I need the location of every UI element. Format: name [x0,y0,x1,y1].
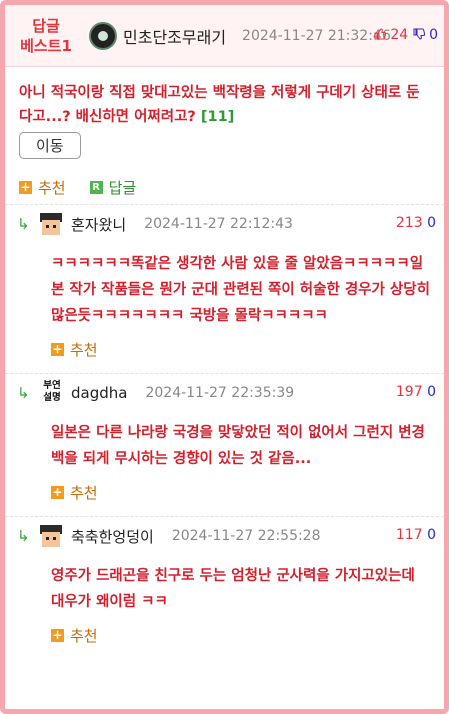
downvote-count: 0 [427,215,436,231]
upvote-count: 213 [395,215,423,231]
list-item: ↳ 부연 설명 dagdha 2024-11-27 22:35:39 197 0… [5,373,444,512]
badge-line-2: 베스트1 [20,36,72,55]
post-header: 답글 베스트1 민초단조무래기 2024-11-27 21:32:46 24 0 [5,5,444,67]
reply-date: 2024-11-27 22:12:43 [144,216,293,232]
reply-arrow-icon: ↳ [17,215,30,233]
badge-line-1: 답글 [32,16,60,35]
recommend-button[interactable]: + 추천 [51,482,98,503]
reply-icon: R [89,180,103,194]
downvote-count: 0 [427,527,436,543]
reply-button[interactable]: R 답글 [89,177,137,198]
avatar[interactable] [89,21,117,50]
recommend-label: 추천 [70,483,98,502]
reply-actions: + 추천 [5,615,444,655]
plus-icon: + [51,484,64,499]
vote-counts: 24 0 [374,27,438,43]
reply-date: 2024-11-27 22:35:39 [145,385,295,401]
reply-votes: 197 0 [396,384,436,400]
post-actions: + 추천 R 답글 [5,159,444,201]
downvote-count: 0 [429,27,438,43]
pixel-face-icon[interactable] [39,212,63,236]
avatar-text-2: 설명 [43,392,61,403]
author-name[interactable]: 민초단조무래기 [123,24,226,48]
reply-arrow-icon: ↳ [17,384,30,402]
reply-author[interactable]: dagdha [71,384,127,402]
reply-votes: 117 0 [396,527,436,543]
upvote-count: 24 [390,27,409,43]
reply-header: ↳ 축축한엉덩이 2024-11-27 22:55:28 117 0 [5,517,444,555]
reply-header: ↳ 혼자왔니 2024-11-27 22:12:43 213 0 [5,205,444,243]
list-item: ↳ 혼자왔니 2024-11-27 22:12:43 213 0 ㅋㅋㅋㅋㅋㅋ똑… [5,204,444,369]
reply-actions: + 추천 [5,329,444,369]
reply-count: [11] [200,109,235,125]
reply-label: 답글 [108,178,137,197]
reply-author[interactable]: 축축한엉덩이 [71,526,154,547]
best-badge: 답글 베스트1 [5,16,87,56]
pixel-face-icon[interactable] [39,524,63,548]
reply-date: 2024-11-27 22:55:28 [171,528,321,544]
thumbs-up-icon[interactable] [374,28,386,40]
move-button[interactable]: 이동 [19,132,81,159]
best-reply-card: 답글 베스트1 민초단조무래기 2024-11-27 21:32:46 24 0… [0,0,449,714]
post-body: 아니 적국이랑 직접 맞대고있는 백작령을 저렇게 구데기 상태로 둔다고...… [5,67,444,159]
list-item: ↳ 축축한엉덩이 2024-11-27 22:55:28 117 0 영주가 드… [5,516,444,655]
recommend-label: 추천 [38,178,66,197]
reply-arrow-icon: ↳ [17,527,30,545]
recommend-label: 추천 [70,626,98,645]
post-date: 2024-11-27 21:32:46 [242,27,391,44]
plus-icon: + [51,341,64,356]
reply-text: 일본은 다른 나라랑 국경을 맞닿았던 적이 없어서 그런지 변경백을 되게 무… [51,425,425,467]
downvote-count: 0 [427,384,436,400]
avatar-text-1: 부연 [43,380,61,391]
recommend-button[interactable]: + 추천 [51,625,98,646]
plus-icon: + [51,627,64,642]
reply-text: ㅋㅋㅋㅋㅋㅋ똑같은 생각한 사람 있을 줄 알았음ㅋㅋㅋㅋㅋ일본 작가 작품들은… [51,256,430,324]
post-text: 아니 적국이랑 직접 맞대고있는 백작령을 저렇게 구데기 상태로 둔다고...… [19,81,430,129]
reply-actions: + 추천 [5,472,444,512]
thumbs-down-icon[interactable] [413,28,425,40]
upvote-count: 197 [395,384,423,400]
reply-votes: 213 0 [396,215,436,231]
recommend-button[interactable]: + 추천 [51,339,98,360]
reply-text: 영주가 드래곤을 친구로 두는 엄청난 군사력을 가지고있는데 대우가 왜이럼 … [51,568,415,610]
recommend-label: 추천 [70,340,98,359]
reply-header: ↳ 부연 설명 dagdha 2024-11-27 22:35:39 197 0 [5,374,444,412]
avatar[interactable]: 부연 설명 [39,380,65,406]
upvote-count: 117 [395,527,423,543]
recommend-button[interactable]: + 추천 [19,177,66,198]
plus-icon: + [19,179,32,194]
reply-author[interactable]: 혼자왔니 [71,214,126,235]
